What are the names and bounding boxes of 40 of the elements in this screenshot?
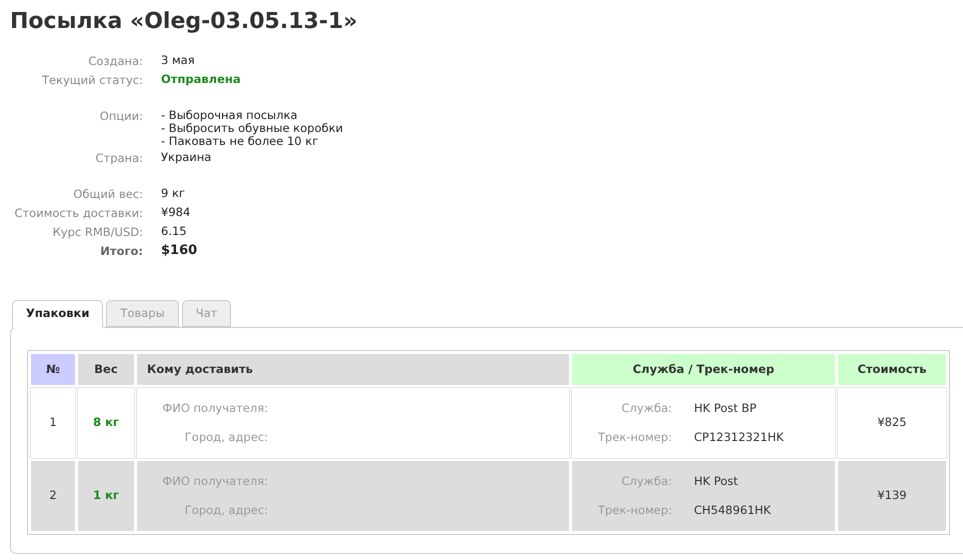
field-label: Страна: xyxy=(94,150,143,167)
field-value: Украина xyxy=(161,149,212,164)
field-label: Опции: xyxy=(98,108,143,125)
page-title: Посылка «Oleg-03.05.13-1» xyxy=(10,8,358,36)
field-value: 3 мая xyxy=(161,52,195,67)
field-label: ФИО получателя: xyxy=(161,400,268,417)
field-label: Стоимость доставки: xyxy=(13,205,143,222)
field-label: Общий вес: xyxy=(72,186,143,203)
field-value: CP12312321HK xyxy=(694,429,785,446)
field-label: Трек-номер: xyxy=(597,429,672,446)
column-header: Вес xyxy=(78,354,134,385)
field-value: 9 кг xyxy=(161,185,185,200)
field-label: Курс RMB/USD: xyxy=(52,224,143,241)
field-label: Служба: xyxy=(620,400,672,417)
field-value: $160 xyxy=(161,242,198,257)
column-header: Кому доставить xyxy=(137,354,569,385)
column-header: Служба / Трек-номер xyxy=(572,354,835,385)
column-header: № xyxy=(31,354,75,385)
table-cell: ¥139 xyxy=(838,461,946,531)
field-value: Отправлена xyxy=(161,71,241,86)
field-value: 6.15 xyxy=(161,223,187,238)
field-value: CH548961HK xyxy=(694,502,772,519)
field-label: Город, адрес: xyxy=(184,429,268,446)
field-label: ФИО получателя: xyxy=(161,472,268,490)
field-label: Текущий статус: xyxy=(40,72,143,89)
field-label: Создана: xyxy=(87,53,143,70)
tab[interactable]: Чат xyxy=(182,300,232,327)
column-header: Стоимость xyxy=(838,354,946,385)
field-value: ¥984 xyxy=(161,204,190,219)
field-label: Город, адрес: xyxy=(184,502,268,519)
field-label: Итого: xyxy=(99,243,143,260)
table-cell: 1 кг xyxy=(78,461,134,531)
field-label: Служба: xyxy=(620,472,672,490)
field-value: - Выборочная посылка - Выбросить обувные коробки - Паковать не более 10 кг xyxy=(161,107,344,148)
table-cell: 2 xyxy=(31,461,75,531)
field-value: HK Post xyxy=(694,472,739,490)
field-label: Трек-номер: xyxy=(597,502,672,519)
tab[interactable]: Товары xyxy=(106,300,179,327)
field-value: HK Post BP xyxy=(694,400,758,417)
tab[interactable]: Упаковки xyxy=(12,300,104,328)
